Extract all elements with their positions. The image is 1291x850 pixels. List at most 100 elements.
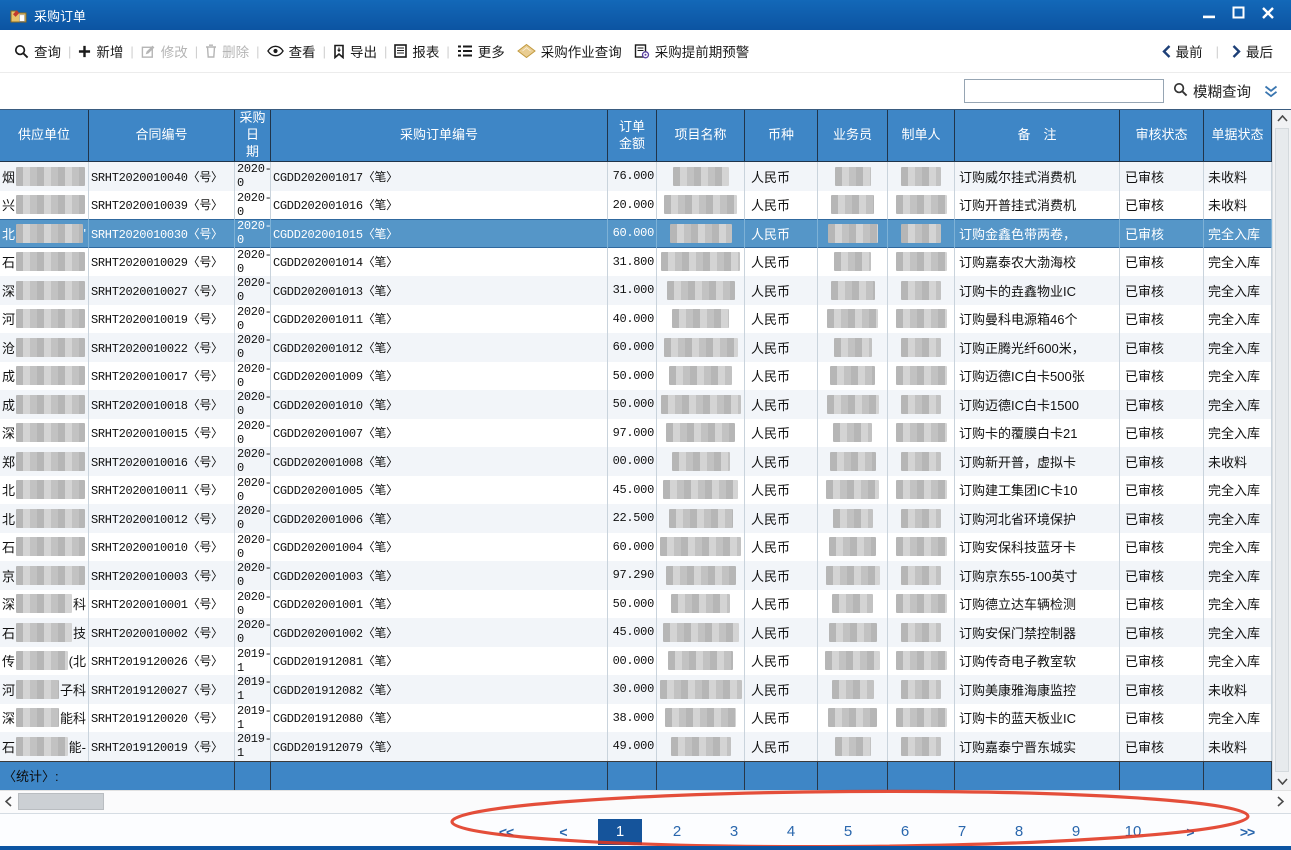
column-header-remark[interactable]: 备 注 [955, 110, 1120, 162]
cell-purchase-date: 2020-0 [235, 362, 271, 391]
supplier-visible-text: 北 [2, 224, 15, 243]
page-4-button[interactable]: 4 [769, 819, 813, 845]
cell-order-no: CGDD202001013〈笔〉 [271, 276, 608, 305]
scroll-right-icon[interactable] [1272, 796, 1288, 807]
cell-contract-no: SRHT2020010003〈号〉 [89, 561, 235, 590]
cell-doc-maker [888, 390, 955, 419]
page-8-button[interactable]: 8 [997, 819, 1041, 845]
table-row[interactable]: 深SRHT2020010015〈号〉2020-0CGDD202001007〈笔〉… [0, 419, 1272, 448]
lead-time-warning-button[interactable]: 采购提前期预警 [634, 41, 750, 61]
table-row[interactable]: 石SRHT2020010029〈号〉2020-0CGDD202001014〈笔〉… [0, 248, 1272, 277]
go-first-button[interactable]: 最前 [1162, 41, 1203, 61]
redacted-text [671, 594, 730, 613]
redacted-text [666, 423, 735, 442]
table-row[interactable]: 京SRHT2020010003〈号〉2020-0CGDD202001003〈笔〉… [0, 561, 1272, 590]
column-header-order-no[interactable]: 采购订单编号 [271, 110, 608, 162]
table-row[interactable]: 郑SRHT2020010016〈号〉2020-0CGDD202001008〈笔〉… [0, 447, 1272, 476]
table-row[interactable]: 深能科SRHT2019120020〈号〉2019-1CGDD201912080〈… [0, 704, 1272, 733]
table-row[interactable]: 石SRHT2020010010〈号〉2020-0CGDD202001004〈笔〉… [0, 533, 1272, 562]
supplier-visible-text: 沧 [2, 338, 15, 357]
page-6-button[interactable]: 6 [883, 819, 927, 845]
column-header-audit-status[interactable]: 审核状态 [1120, 110, 1204, 162]
vertical-scroll-thumb[interactable] [1275, 128, 1289, 772]
title-bar: 采购订单 [0, 0, 1291, 30]
statistics-cell [1204, 762, 1272, 790]
scroll-down-icon[interactable] [1273, 773, 1291, 790]
page-7-button[interactable]: 7 [940, 819, 984, 845]
vertical-scrollbar[interactable] [1272, 110, 1291, 790]
redacted-text [826, 566, 880, 585]
purchase-job-query-button[interactable]: 采购作业查询 [517, 41, 622, 61]
table-row[interactable]: 传(北SRHT2019120026〈号〉2019-1CGDD201912081〈… [0, 647, 1272, 676]
redacted-text [660, 680, 742, 699]
cell-project-name [657, 162, 745, 191]
cell-remark: 订购卡的垚鑫物业IC [955, 276, 1120, 305]
cell-doc-status: 完全入库 [1204, 419, 1272, 448]
cell-currency: 人民币 [745, 248, 818, 277]
search-input[interactable] [964, 79, 1164, 103]
page-3-button[interactable]: 3 [712, 819, 756, 845]
page-prev-button[interactable]: < [541, 819, 585, 845]
redacted-text [672, 452, 730, 471]
page-1-button[interactable]: 1 [598, 819, 642, 845]
expand-search-chevron-down-icon[interactable] [1263, 85, 1279, 98]
cell-project-name [657, 561, 745, 590]
table-row[interactable]: 沧SRHT2020010022〈号〉2020-0CGDD202001012〈笔〉… [0, 333, 1272, 362]
cell-supplier: 深 [0, 419, 89, 448]
close-button[interactable] [1261, 6, 1275, 25]
table-row[interactable]: 深科SRHT2020010001〈号〉2020-0CGDD202001001〈笔… [0, 590, 1272, 619]
cell-supplier: 河 [0, 305, 89, 334]
table-row-selected[interactable]: 北'SRHT2020010030〈号〉2020-0CGDD202001015〈笔… [0, 219, 1272, 248]
cell-project-name [657, 191, 745, 220]
add-button[interactable]: 新增 [78, 41, 123, 61]
page-last-button[interactable]: >> [1225, 819, 1269, 845]
more-button[interactable]: 更多 [457, 41, 505, 61]
table-row[interactable]: 成SRHT2020010018〈号〉2020-0CGDD202001010〈笔〉… [0, 390, 1272, 419]
page-2-button[interactable]: 2 [655, 819, 699, 845]
scroll-left-icon[interactable] [0, 796, 16, 807]
redacted-text [830, 452, 876, 471]
toolbar-button-label: 更多 [478, 41, 505, 61]
cell-project-name [657, 447, 745, 476]
column-header-supplier[interactable]: 供应单位 [0, 110, 89, 162]
column-header-contract-no[interactable]: 合同编号 [89, 110, 235, 162]
maximize-button[interactable] [1232, 6, 1245, 24]
table-row[interactable]: 北SRHT2020010012〈号〉2020-0CGDD202001006〈笔〉… [0, 504, 1272, 533]
horizontal-scroll-thumb[interactable] [18, 793, 104, 810]
table-row[interactable]: 河SRHT2020010019〈号〉2020-0CGDD202001011〈笔〉… [0, 305, 1272, 334]
table-row[interactable]: 深SRHT2020010027〈号〉2020-0CGDD202001013〈笔〉… [0, 276, 1272, 305]
table-row[interactable]: 石能-SRHT2019120019〈号〉2019-1CGDD201912079〈… [0, 732, 1272, 761]
page-10-button[interactable]: 10 [1111, 819, 1155, 845]
column-header-doc-maker[interactable]: 制单人 [888, 110, 955, 162]
column-header-purchase-date[interactable]: 采购日 期 [235, 110, 271, 162]
export-button[interactable]: 导出 [333, 41, 377, 61]
minimize-button[interactable] [1202, 6, 1216, 24]
query-button[interactable]: 查询 [14, 41, 61, 61]
horizontal-scrollbar[interactable] [0, 790, 1291, 813]
cell-purchase-date: 2020-0 [235, 618, 271, 647]
fuzzy-query-button[interactable]: 模糊查询 [1173, 81, 1251, 102]
table-row[interactable]: 北SRHT2020010011〈号〉2020-0CGDD202001005〈笔〉… [0, 476, 1272, 505]
page-9-button[interactable]: 9 [1054, 819, 1098, 845]
column-header-project-name[interactable]: 项目名称 [657, 110, 745, 162]
table-row[interactable]: 烟SRHT2020010040〈号〉2020-0CGDD202001017〈笔〉… [0, 162, 1272, 191]
table-row[interactable]: 成SRHT2020010017〈号〉2020-0CGDD202001009〈笔〉… [0, 362, 1272, 391]
cell-supplier: 北 [0, 476, 89, 505]
table-row[interactable]: 石技SRHT2020010002〈号〉2020-0CGDD202001002〈笔… [0, 618, 1272, 647]
column-header-order-amount[interactable]: 订单 金额 [608, 110, 657, 162]
column-header-doc-status[interactable]: 单据状态 [1204, 110, 1272, 162]
view-button[interactable]: 查看 [267, 41, 316, 61]
scroll-up-icon[interactable] [1273, 110, 1291, 127]
report-button[interactable]: 报表 [394, 41, 439, 61]
page-next-button[interactable]: > [1168, 819, 1212, 845]
column-header-currency[interactable]: 币种 [745, 110, 818, 162]
go-last-button[interactable]: 最后 [1232, 41, 1273, 61]
page-5-button[interactable]: 5 [826, 819, 870, 845]
cell-doc-maker [888, 561, 955, 590]
page-first-button[interactable]: << [484, 819, 528, 845]
redacted-text [896, 594, 947, 613]
table-row[interactable]: 河子科SRHT2019120027〈号〉2019-1CGDD201912082〈… [0, 675, 1272, 704]
table-row[interactable]: 兴SRHT2020010039〈号〉2020-0CGDD202001016〈笔〉… [0, 191, 1272, 220]
cell-doc-maker [888, 219, 955, 248]
column-header-salesman[interactable]: 业务员 [818, 110, 888, 162]
